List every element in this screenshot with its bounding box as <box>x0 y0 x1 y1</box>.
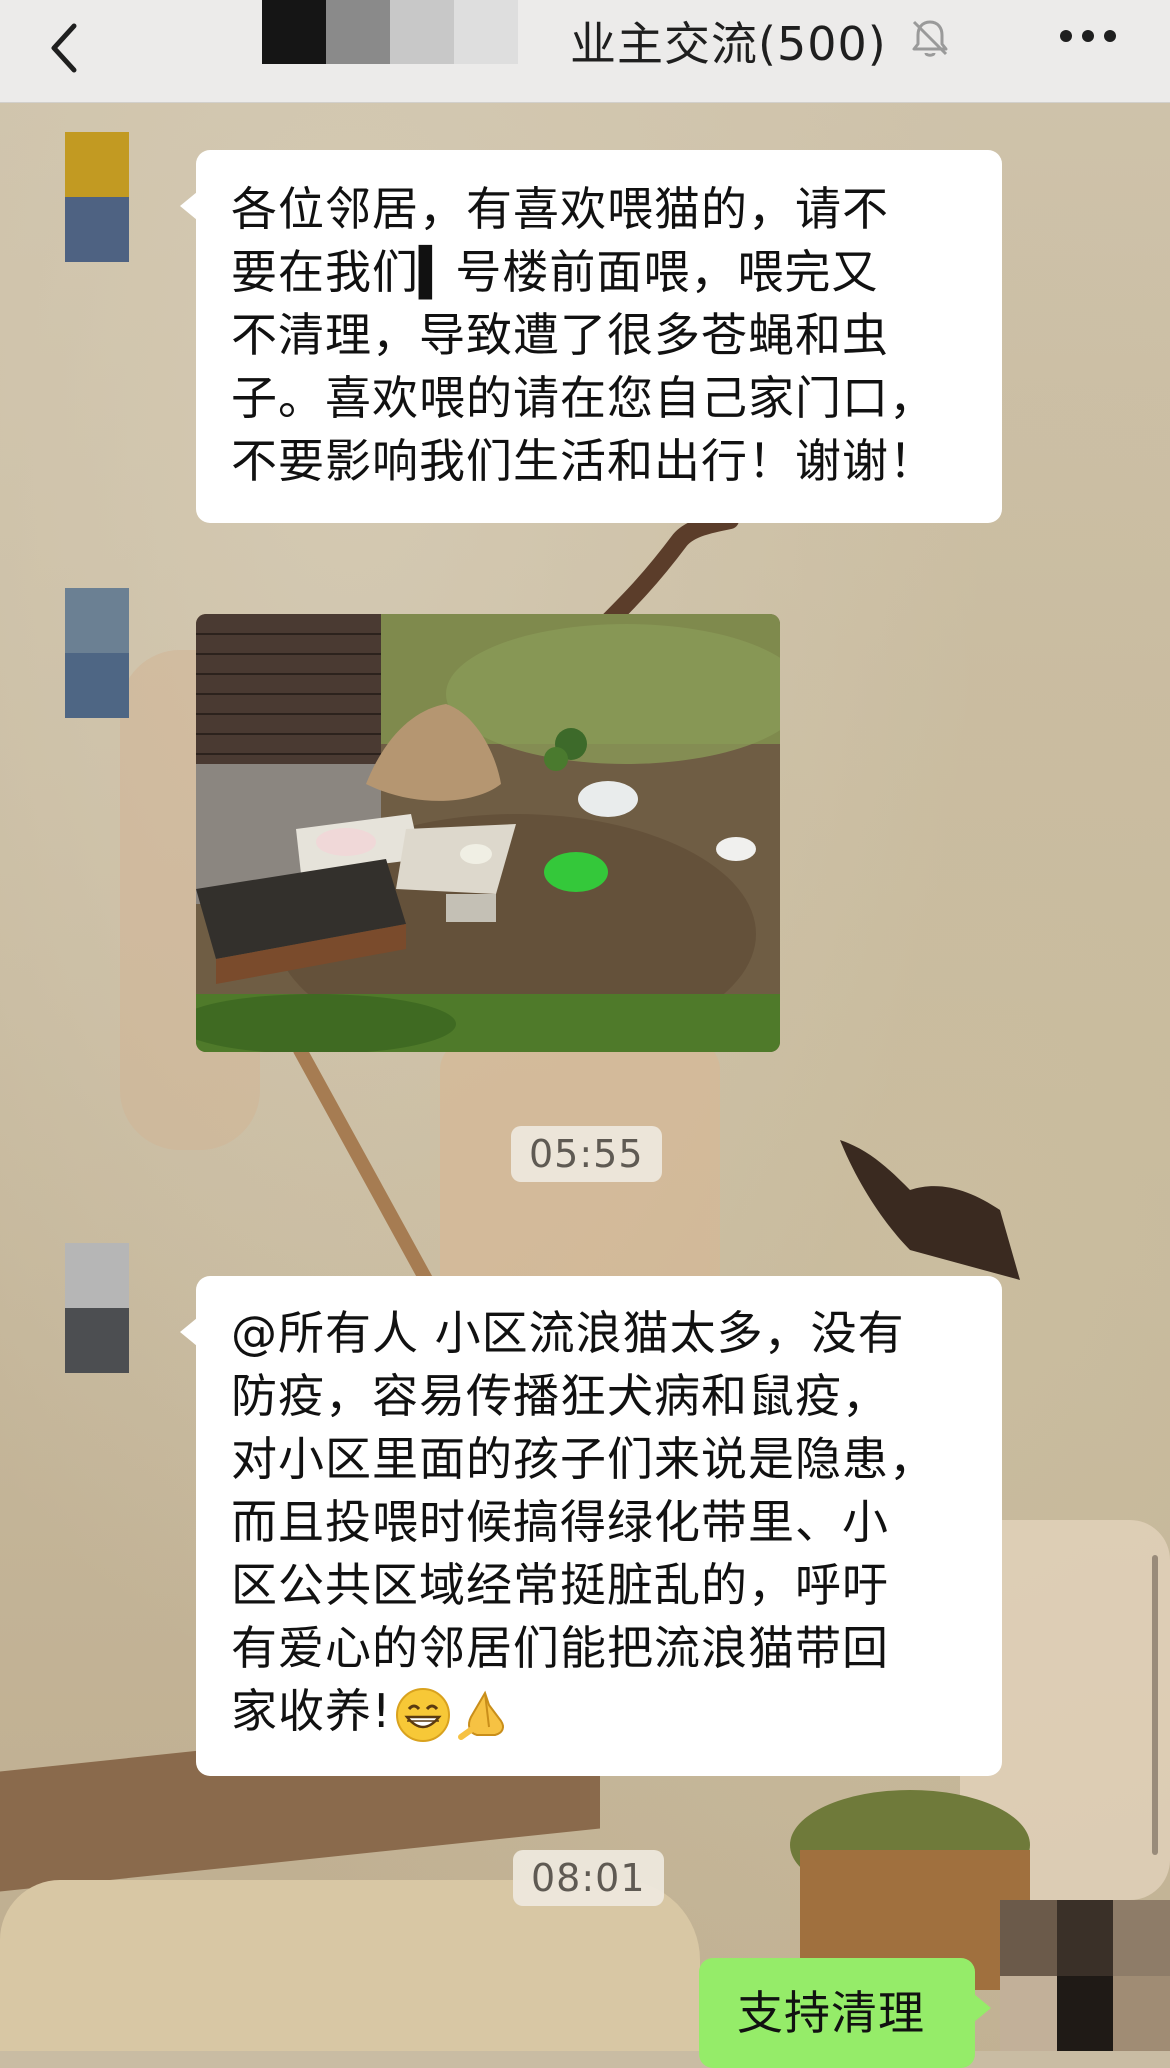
message-timestamp: 08:01 <box>513 1850 664 1906</box>
more-horizontal-icon[interactable] <box>1058 28 1118 44</box>
message-bubble[interactable]: 各位邻居，有喜欢喂猫的，请不 要在我们▍号楼前面喂，喂完又 不清理，导致遭了很多… <box>180 150 1002 523</box>
message-image[interactable] <box>196 614 780 1052</box>
message-bubble-self[interactable]: 支持清理 <box>699 1958 991 2068</box>
message-line: 有爱心的邻居们能把流浪猫带回 <box>231 1621 889 1675</box>
message-line: 不要影响我们生活和出行！谢谢！ <box>231 434 936 488</box>
avatar[interactable] <box>65 132 129 262</box>
message-text: 支持清理 <box>737 1986 925 2040</box>
message-line: 防疫，容易传播狂犬病和鼠疫， <box>231 1369 889 1423</box>
chat-title: 业主交流(500) <box>570 17 887 71</box>
message-line-with-emoji: 家收养! <box>231 1680 936 1743</box>
photo-cat-feeding-area <box>196 614 780 1052</box>
message-line: 而且投喂时候搞得绿化带里、小 <box>231 1495 889 1549</box>
chat-scrollbar[interactable] <box>1152 1555 1158 1855</box>
message-line: 各位邻居，有喜欢喂猫的，请不 <box>231 182 889 236</box>
message-line: 要在我们▍号楼前面喂，喂完又 <box>231 245 879 299</box>
redacted-title-mosaic <box>262 0 518 64</box>
message-line: @所有人 小区流浪猫太多，没有 <box>231 1306 905 1360</box>
message-line: 不清理，导致遭了很多苍蝇和虫 <box>231 308 889 362</box>
pray-hands-emoji <box>458 1690 505 1740</box>
message-line: 区公共区域经常挺脏乱的，呼吁 <box>231 1558 889 1612</box>
message-text: 各位邻居，有喜欢喂猫的，请不 要在我们▍号楼前面喂，喂完又 不清理，导致遭了很多… <box>231 178 936 493</box>
avatar[interactable] <box>65 588 129 718</box>
message-text: @所有人 小区流浪猫太多，没有 防疫，容易传播狂犬病和鼠疫， 对小区里面的孩子们… <box>231 1302 936 1743</box>
avatar[interactable] <box>65 1243 129 1373</box>
chevron-left-icon[interactable] <box>42 18 92 78</box>
message-line: 对小区里面的孩子们来说是隐患， <box>231 1432 936 1486</box>
message-line: 子。喜欢喂的请在您自己家门口， <box>231 371 936 425</box>
message-timestamp: 05:55 <box>511 1126 662 1182</box>
bell-muted-icon <box>912 20 948 57</box>
wallpaper-broom <box>293 1050 447 1310</box>
message-line: 家收养! <box>231 1684 392 1738</box>
grin-emoji <box>396 1687 451 1742</box>
chat-header: 业主交流(500) <box>0 0 1170 103</box>
message-bubble[interactable]: @所有人 小区流浪猫太多，没有 防疫，容易传播狂犬病和鼠疫， 对小区里面的孩子们… <box>180 1276 1002 1776</box>
